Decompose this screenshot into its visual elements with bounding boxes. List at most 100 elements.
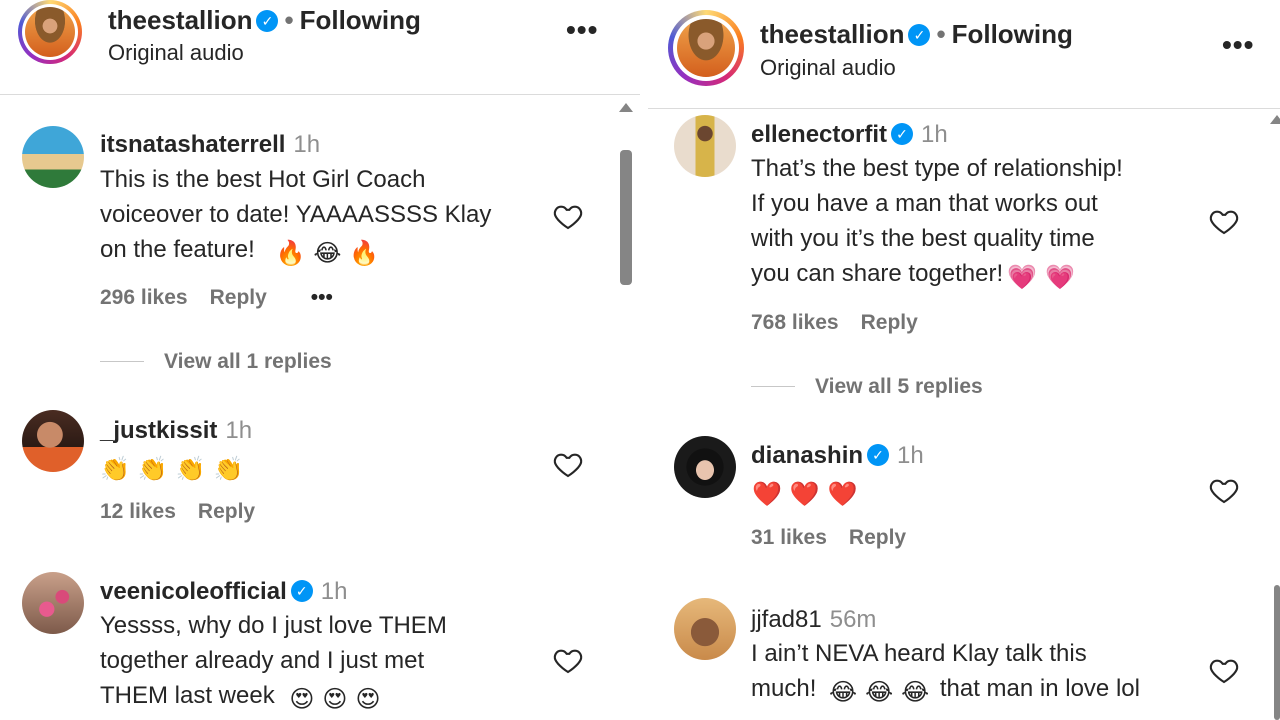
likes-count[interactable]: 296 likes xyxy=(100,286,188,309)
reply-button[interactable]: Reply xyxy=(198,500,255,523)
header-username[interactable]: theestallion xyxy=(760,19,904,49)
heart-eyes-emoji-icon: 😍 xyxy=(289,686,315,713)
fire-emoji-icon: 🔥 xyxy=(275,240,306,267)
comment-username[interactable]: _justkissit xyxy=(100,417,217,444)
reply-button[interactable]: Reply xyxy=(849,526,906,549)
comment-time: 1h xyxy=(293,131,321,158)
commenter-avatar[interactable] xyxy=(22,126,84,188)
comment-line: Yessss, why do I just love THEM xyxy=(100,612,447,639)
comment-username[interactable]: ellenectorfit xyxy=(751,121,887,148)
comment-meta: 296 likes Reply ••• xyxy=(100,286,355,310)
likes-count[interactable]: 12 likes xyxy=(100,500,176,523)
comment-line-with-emoji: on the feature! 🔥 😂 🔥 xyxy=(100,232,491,271)
replies-divider xyxy=(751,386,795,387)
more-options-icon[interactable]: ••• xyxy=(1222,29,1254,61)
header-username-line: theestallion ✓ • Following xyxy=(108,5,421,36)
profile-picture xyxy=(677,19,735,77)
verified-badge-icon: ✓ xyxy=(290,580,313,602)
commenter-avatar[interactable] xyxy=(674,598,736,660)
verified-badge-icon: ✓ xyxy=(256,10,279,32)
scroll-up-arrow-icon[interactable] xyxy=(1270,115,1280,124)
comment-username[interactable]: itsnatashaterrell xyxy=(100,131,285,158)
reply-button[interactable]: Reply xyxy=(210,286,267,309)
heart-eyes-emoji-icon: 😍 xyxy=(322,686,348,713)
original-audio-link[interactable]: Original audio xyxy=(760,55,896,81)
comment-username[interactable]: veenicoleofficial xyxy=(100,578,287,605)
scrollbar-thumb[interactable] xyxy=(620,150,632,285)
comment-time: 1h xyxy=(225,417,253,444)
commenter-avatar[interactable] xyxy=(22,572,84,634)
comment-text: 👏 👏 👏 👏 xyxy=(96,448,248,487)
comment-line: This is the best Hot Girl Coach xyxy=(100,166,426,193)
commenter-avatar[interactable] xyxy=(22,410,84,472)
like-heart-icon[interactable] xyxy=(552,644,584,676)
like-heart-icon[interactable] xyxy=(1208,205,1240,237)
scrollbar-thumb[interactable] xyxy=(1274,585,1280,720)
header-username[interactable]: theestallion xyxy=(108,5,252,35)
view-replies-label: View all 5 replies xyxy=(815,375,983,398)
comment-text: Yessss, why do I just love THEM together… xyxy=(100,608,447,717)
like-heart-icon[interactable] xyxy=(552,448,584,480)
comment-username[interactable]: jjfad81 xyxy=(751,606,822,633)
clapping-hands-emoji-icon: 👏 xyxy=(137,456,168,483)
comment-username-line: veenicoleofficial ✓ 1h xyxy=(100,578,347,606)
comment-time: 56m xyxy=(829,606,877,633)
comment-line: together already and I just met xyxy=(100,647,425,674)
comment-more-icon[interactable]: ••• xyxy=(311,286,333,309)
like-heart-icon[interactable] xyxy=(552,200,584,232)
replies-divider xyxy=(100,361,144,362)
red-heart-emoji-icon: ❤️ xyxy=(752,481,782,508)
verified-badge-icon: ✓ xyxy=(867,444,890,466)
comment-username-line: jjfad81 56m xyxy=(751,606,876,634)
right-comments-panel: theestallion ✓ • Following Original audio •… xyxy=(648,0,1280,720)
separator-dot: • xyxy=(936,19,946,49)
red-heart-emoji-icon: ❤️ xyxy=(827,481,858,508)
story-avatar[interactable] xyxy=(18,0,82,64)
comment-username-line: _justkissit 1h xyxy=(100,417,252,445)
growing-heart-emoji-icon: 💗 xyxy=(1045,264,1075,291)
comment-line: I ain’t NEVA heard Klay talk this xyxy=(751,640,1087,667)
reply-button[interactable]: Reply xyxy=(861,311,918,334)
story-avatar[interactable] xyxy=(668,10,744,86)
comment-line: That’s the best type of relationship! xyxy=(751,155,1123,182)
original-audio-link[interactable]: Original audio xyxy=(108,40,244,66)
laughing-emoji-icon: 😂 xyxy=(865,679,894,706)
comment-time: 1h xyxy=(320,578,348,605)
comment-line: If you have a man that works out xyxy=(751,190,1098,217)
clapping-hands-emoji-icon: 👏 xyxy=(175,456,206,483)
view-replies-button[interactable]: View all 1 replies xyxy=(100,350,332,374)
separator-dot: • xyxy=(284,5,294,35)
clapping-hands-emoji-icon: 👏 xyxy=(213,456,244,483)
comment-meta: 31 likes Reply xyxy=(751,526,928,550)
clapping-hands-emoji-icon: 👏 xyxy=(100,456,130,483)
header-username-line: theestallion ✓ • Following xyxy=(760,19,1073,50)
laughing-emoji-icon: 😂 xyxy=(313,240,342,267)
verified-badge-icon: ✓ xyxy=(891,123,914,145)
comment-line-with-emoji: much! 😂 😂 😂 that man in love lol xyxy=(751,671,1140,710)
more-options-icon[interactable]: ••• xyxy=(566,14,598,46)
view-replies-button[interactable]: View all 5 replies xyxy=(751,375,983,399)
fire-emoji-icon: 🔥 xyxy=(349,240,380,267)
left-comments-panel: theestallion ✓ • Following Original audio •… xyxy=(0,0,640,720)
like-heart-icon[interactable] xyxy=(1208,474,1240,506)
following-button[interactable]: Following xyxy=(952,19,1073,49)
commenter-avatar[interactable] xyxy=(674,436,736,498)
growing-heart-emoji-icon: 💗 xyxy=(1007,264,1038,291)
verified-badge-icon: ✓ xyxy=(908,24,931,46)
comment-text: This is the best Hot Girl Coach voiceove… xyxy=(100,162,491,271)
like-heart-icon[interactable] xyxy=(1208,654,1240,686)
following-button[interactable]: Following xyxy=(300,5,421,35)
comment-line: with you it’s the best quality time xyxy=(751,225,1095,252)
comment-line: voiceover to date! YAAAASSSS Klay xyxy=(100,201,492,228)
scroll-up-arrow-icon[interactable] xyxy=(619,103,633,112)
comment-line: on the feature! xyxy=(100,236,255,263)
comment-line: that man in love lol xyxy=(939,675,1140,702)
comment-line-with-emoji: THEM last week 😍 😍 😍 xyxy=(100,678,447,717)
commenter-avatar[interactable] xyxy=(674,115,736,177)
comment-username[interactable]: dianashin xyxy=(751,442,863,469)
red-heart-emoji-icon: ❤️ xyxy=(789,481,820,508)
likes-count[interactable]: 31 likes xyxy=(751,526,827,549)
view-replies-label: View all 1 replies xyxy=(164,350,332,373)
likes-count[interactable]: 768 likes xyxy=(751,311,839,334)
laughing-emoji-icon: 😂 xyxy=(829,679,858,706)
